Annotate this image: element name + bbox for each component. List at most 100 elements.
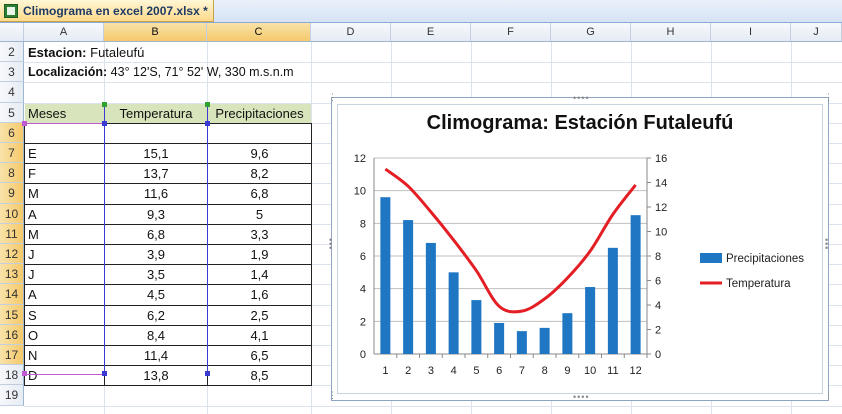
row-header-13[interactable]: 13	[0, 264, 24, 285]
row-header-5[interactable]: 5	[0, 102, 24, 123]
row-header-2[interactable]: 2	[0, 42, 24, 63]
row-header-4[interactable]: 4	[0, 82, 24, 103]
precipitation-bar	[539, 327, 550, 354]
x-tick-label: 8	[542, 365, 548, 377]
precipitation-bar	[448, 272, 459, 354]
station-label: Estacion:	[28, 45, 87, 60]
cell-mes[interactable]: O	[25, 326, 104, 345]
y-right-tick-label: 8	[655, 251, 661, 263]
row-header-19[interactable]: 19	[0, 385, 24, 406]
column-header-d[interactable]: D	[311, 23, 391, 41]
header-precipitaciones[interactable]: Precipitaciones	[208, 104, 311, 123]
row-header-7[interactable]: 7	[0, 143, 24, 164]
column-header-h[interactable]: H	[631, 23, 711, 41]
category-range-handle[interactable]	[22, 371, 27, 376]
column-header-g[interactable]: G	[551, 23, 631, 41]
cell-mes[interactable]: S	[25, 306, 104, 325]
column-header-a[interactable]: A	[24, 23, 104, 41]
row-header-3[interactable]: 3	[0, 62, 24, 83]
cell-mes[interactable]: F	[25, 164, 104, 183]
category-range-handle[interactable]	[22, 121, 27, 126]
column-header-c[interactable]: C	[207, 23, 311, 41]
cell-precipitacion[interactable]: 5	[208, 205, 311, 224]
data-range-handle[interactable]	[102, 121, 107, 126]
cell-precipitacion[interactable]: 8,5	[208, 366, 311, 385]
workbook-tab-strip: Climograma en excel 2007.xlsx *	[0, 0, 842, 23]
y-right-tick-label: 14	[655, 178, 667, 190]
cell-precipitacion[interactable]: 1,9	[208, 245, 311, 264]
y-right-tick-label: 16	[655, 153, 667, 165]
row-header-18[interactable]: 18	[0, 365, 24, 386]
y-left-tick-label: 12	[354, 153, 366, 165]
location-label: Localización:	[28, 65, 108, 79]
location-info[interactable]: Localización: 43° 12'S, 71° 52' W, 330 m…	[28, 63, 294, 82]
cell-mes[interactable]: M	[25, 225, 104, 244]
x-tick-label: 1	[382, 365, 388, 377]
row-header-14[interactable]: 14	[0, 284, 24, 305]
column-header-bar: A B C D E F G H I J	[0, 23, 842, 42]
y-right-tick-label: 10	[655, 227, 667, 239]
row-header-10[interactable]: 10	[0, 203, 24, 224]
x-tick-label: 3	[428, 365, 434, 377]
y-left-tick-label: 6	[360, 251, 366, 263]
row-header-11[interactable]: 11	[0, 223, 24, 244]
data-range-handle[interactable]	[102, 371, 107, 376]
cell-precipitacion[interactable]: 8,2	[208, 164, 311, 183]
row-header-6[interactable]: 6	[0, 122, 24, 143]
cell-precipitacion[interactable]: 4,1	[208, 326, 311, 345]
series-range-handle[interactable]	[102, 102, 107, 107]
cell-mes[interactable]: J	[25, 265, 104, 284]
column-header-j[interactable]: J	[791, 23, 842, 41]
station-value: Futaleufú	[86, 45, 145, 60]
cell-precipitacion[interactable]: 6,8	[208, 184, 311, 203]
cell-mes[interactable]: A	[25, 205, 104, 224]
cell-mes[interactable]: N	[25, 346, 104, 365]
cell-mes[interactable]: D	[25, 366, 104, 385]
select-all-corner[interactable]	[0, 23, 24, 41]
table-row-border	[24, 385, 311, 387]
cell-precipitacion[interactable]: 1,4	[208, 265, 311, 284]
y-right-tick-label: 12	[655, 202, 667, 214]
data-range-handle[interactable]	[205, 121, 210, 126]
row-header-8[interactable]: 8	[0, 163, 24, 184]
y-right-tick-label: 2	[655, 325, 661, 337]
cell-mes[interactable]: A	[25, 285, 104, 304]
workbook-title: Climograma en excel 2007.xlsx *	[23, 3, 208, 18]
row-header-9[interactable]: 9	[0, 183, 24, 204]
x-tick-label: 6	[496, 365, 502, 377]
x-tick-label: 2	[405, 365, 411, 377]
cell-precipitacion[interactable]: 9,6	[208, 144, 311, 163]
series-range-handle[interactable]	[205, 102, 210, 107]
y-right-tick-label: 0	[655, 349, 661, 361]
row-header-12[interactable]: 12	[0, 244, 24, 265]
cell-mes[interactable]: M	[25, 184, 104, 203]
cell-precipitacion[interactable]: 1,6	[208, 285, 311, 304]
column-header-f[interactable]: F	[471, 23, 551, 41]
x-tick-label: 5	[473, 365, 479, 377]
header-meses[interactable]: Meses	[25, 104, 104, 123]
range-highlight-top	[24, 123, 104, 124]
cell-mes[interactable]: J	[25, 245, 104, 264]
column-header-b[interactable]: B	[104, 23, 207, 41]
legend-precipitation-label: Precipitaciones	[726, 253, 804, 265]
station-info[interactable]: Estacion: Futaleufú	[28, 43, 144, 62]
y-left-tick-label: 4	[360, 284, 366, 296]
cell-precipitacion[interactable]: 2,5	[208, 306, 311, 325]
cell-precipitacion[interactable]: 3,3	[208, 225, 311, 244]
cell-mes[interactable]: E	[25, 144, 104, 163]
precipitation-bar	[425, 242, 436, 354]
table-column-border	[311, 122, 312, 387]
precipitation-bar	[562, 313, 573, 354]
row-header-16[interactable]: 16	[0, 324, 24, 345]
precipitation-bar	[403, 220, 414, 354]
x-tick-label: 12	[630, 365, 642, 377]
column-header-i[interactable]: I	[711, 23, 791, 41]
column-header-e[interactable]: E	[391, 23, 471, 41]
row-header-15[interactable]: 15	[0, 304, 24, 325]
cell-precipitacion[interactable]: 6,5	[208, 346, 311, 365]
workbook-tab[interactable]: Climograma en excel 2007.xlsx *	[0, 0, 214, 22]
row-header-17[interactable]: 17	[0, 345, 24, 366]
y-right-tick-label: 6	[655, 276, 661, 288]
data-range-handle[interactable]	[205, 371, 210, 376]
climograph-chart[interactable]: •••• •••• • • • • • • ⋮ ⋮ ⋮ ⋮ Climograma: Es…	[328, 92, 833, 402]
